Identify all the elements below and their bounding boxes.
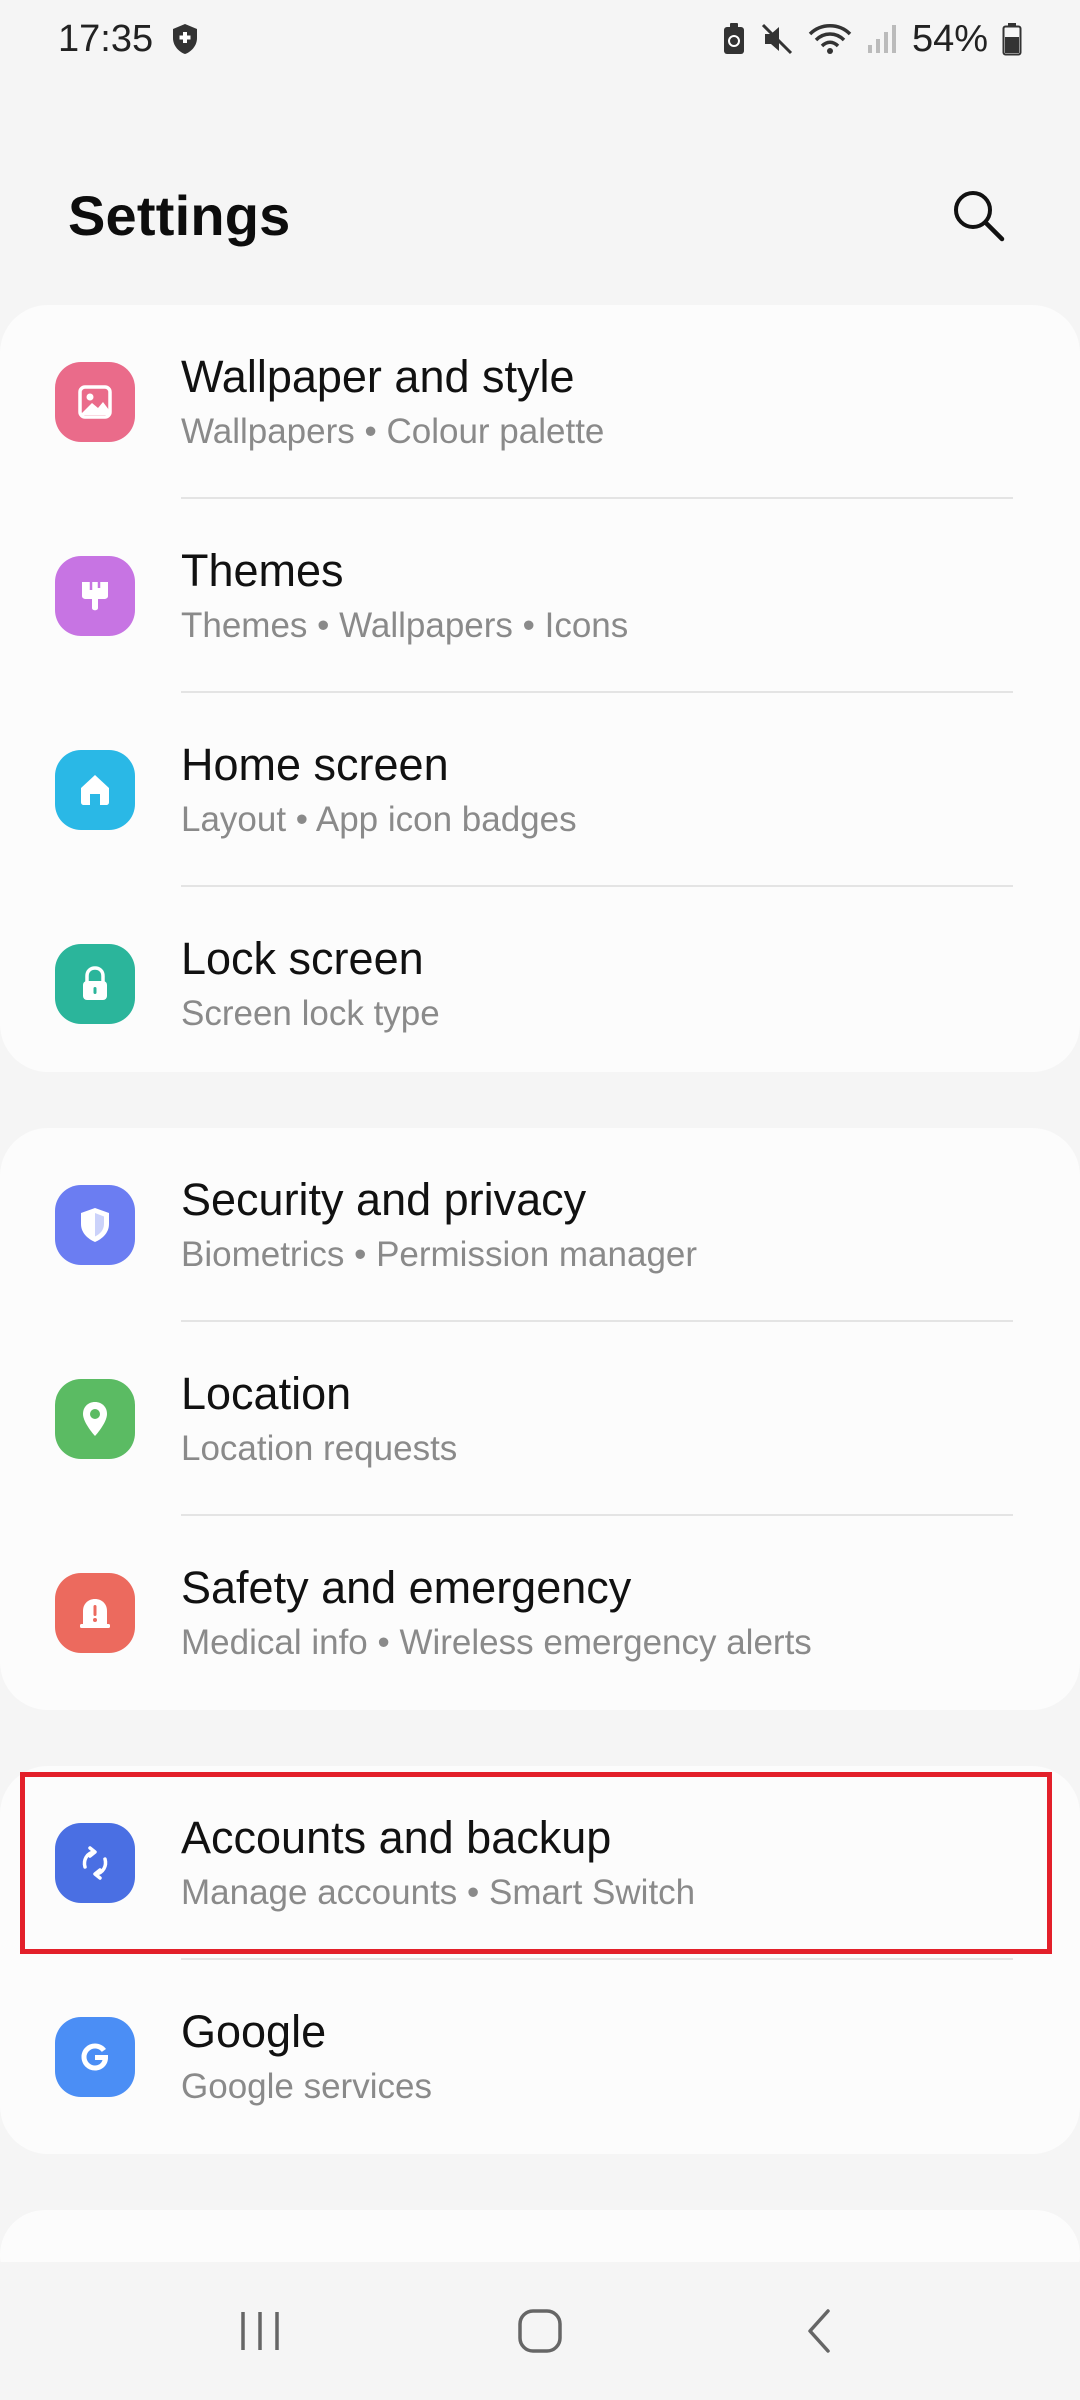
item-title: Safety and emergency: [181, 1562, 632, 1614]
lock-icon: [55, 944, 135, 1024]
page-title: Settings: [68, 183, 291, 247]
row-text: Home screen Layout • App icon badges: [181, 693, 1020, 887]
row-text: Safety and emergency Medical info • Wire…: [181, 1516, 1020, 1710]
battery-saver-icon: [722, 22, 746, 56]
row-text: Accounts and backup Manage accounts • Sm…: [181, 1766, 1020, 1960]
shield-icon: [55, 1185, 135, 1265]
settings-item-security[interactable]: Security and privacy Biometrics • Permis…: [0, 1128, 1080, 1322]
search-icon: [954, 191, 1005, 242]
search-button[interactable]: [938, 175, 1018, 255]
row-text: Google Google services: [181, 1960, 1020, 2154]
settings-item-google[interactable]: Google Google services: [0, 1960, 1080, 2154]
item-subtitle: Medical info • Wireless emergency alerts: [181, 1623, 812, 1663]
status-right: 54%: [722, 18, 1022, 61]
item-subtitle: Manage accounts • Smart Switch: [181, 1873, 696, 1913]
settings-item-lock-screen[interactable]: Lock screen Screen lock type: [0, 887, 1080, 1072]
row-text: Security and privacy Biometrics • Permis…: [181, 1128, 1020, 1322]
settings-item-location[interactable]: Location Location requests: [0, 1322, 1080, 1516]
item-subtitle: Screen lock type: [181, 994, 440, 1034]
item-title: Accounts and backup: [181, 1812, 612, 1864]
item-subtitle: Location requests: [181, 1429, 458, 1469]
item-title: Google: [181, 2006, 327, 2058]
row-text: Lock screen Screen lock type: [181, 887, 1020, 1072]
settings-item-accounts-backup[interactable]: Accounts and backup Manage accounts • Sm…: [0, 1766, 1080, 1960]
item-subtitle: Biometrics • Permission manager: [181, 1235, 698, 1275]
themes-icon: [55, 556, 135, 636]
settings-group-accounts: Accounts and backup Manage accounts • Sm…: [0, 1766, 1080, 2154]
status-left: 17:35: [58, 18, 199, 61]
item-subtitle: Wallpapers • Colour palette: [181, 412, 605, 452]
settings-item-safety-emergency[interactable]: Safety and emergency Medical info • Wire…: [0, 1516, 1080, 1710]
home-icon: [55, 750, 135, 830]
settings-item-themes[interactable]: Themes Themes • Wallpapers • Icons: [0, 499, 1080, 693]
settings-group-display: Wallpaper and style Wallpapers • Colour …: [0, 305, 1080, 1072]
item-title: Security and privacy: [181, 1174, 587, 1226]
item-subtitle: Google services: [181, 2067, 432, 2107]
location-pin-icon: [55, 1379, 135, 1459]
settings-item-wallpaper[interactable]: Wallpaper and style Wallpapers • Colour …: [0, 305, 1080, 499]
settings-group-security: Security and privacy Biometrics • Permis…: [0, 1128, 1080, 1710]
header: Settings: [0, 150, 1080, 280]
settings-item-home-screen[interactable]: Home screen Layout • App icon badges: [0, 693, 1080, 887]
item-subtitle: Themes • Wallpapers • Icons: [181, 606, 629, 646]
battery-percent: 54%: [911, 17, 988, 60]
wifi-icon: [808, 22, 852, 56]
status-time: 17:35: [58, 17, 154, 60]
item-title: Lock screen: [181, 933, 424, 985]
navigation-bar: [0, 2262, 1080, 2400]
home-nav-icon: [518, 2309, 562, 2353]
mute-icon: [760, 22, 794, 56]
recents-button[interactable]: [200, 2281, 320, 2381]
signal-icon: [866, 23, 898, 55]
recents-icon: [241, 2312, 279, 2350]
row-text: Wallpaper and style Wallpapers • Colour …: [181, 305, 1020, 499]
shield-icon: [171, 23, 199, 55]
row-text: Themes Themes • Wallpapers • Icons: [181, 499, 1020, 693]
item-subtitle: Layout • App icon badges: [181, 800, 577, 840]
back-icon: [808, 2309, 830, 2353]
item-title: Themes: [181, 545, 344, 597]
emergency-icon: [55, 1573, 135, 1653]
back-button[interactable]: [760, 2281, 880, 2381]
google-icon: [55, 2017, 135, 2097]
item-title: Wallpaper and style: [181, 351, 575, 403]
sync-icon: [55, 1823, 135, 1903]
item-title: Location: [181, 1368, 352, 1420]
row-text: Location Location requests: [181, 1322, 1020, 1516]
home-button[interactable]: [480, 2281, 600, 2381]
item-title: Home screen: [181, 739, 449, 791]
wallpaper-icon: [55, 362, 135, 442]
battery-icon: [1002, 22, 1022, 56]
status-bar: 17:35 54%: [0, 0, 1080, 78]
